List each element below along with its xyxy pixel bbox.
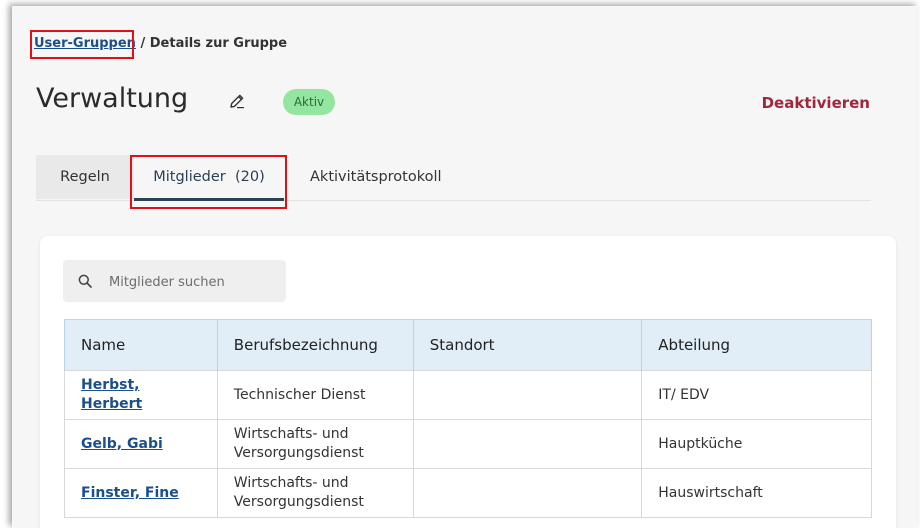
- member-name-cell: Finster, Fine: [64, 468, 218, 518]
- tab-rules[interactable]: Regeln: [36, 155, 134, 199]
- breadcrumb-current: Details zur Gruppe: [149, 36, 288, 51]
- status-badge: Aktiv: [283, 89, 335, 115]
- table-header-row: Name Berufsbezeichnung Standort Abteilun…: [64, 319, 872, 371]
- column-header-department[interactable]: Abteilung: [641, 319, 872, 371]
- location-cell: [412, 370, 643, 420]
- tab-activity-log[interactable]: Aktivitätsprotokoll: [310, 155, 442, 199]
- department-cell: Hauswirtschaft: [641, 468, 872, 518]
- job-title-cell: Wirtschafts- und Versorgungsdienst: [216, 468, 414, 518]
- column-header-name[interactable]: Name: [64, 319, 218, 371]
- location-cell: [412, 468, 643, 518]
- members-table: Name Berufsbezeichnung Standort Abteilun…: [64, 319, 872, 518]
- highlight-box-breadcrumb: [30, 30, 134, 59]
- column-header-job-title[interactable]: Berufsbezeichnung: [217, 319, 414, 371]
- location-cell: [412, 419, 643, 469]
- member-name-link[interactable]: Herbst, Herbert: [81, 377, 142, 412]
- table-row: Gelb, Gabi Wirtschafts- und Versorgungsd…: [64, 419, 872, 469]
- table-row: Finster, Fine Wirtschafts- und Versorgun…: [64, 468, 872, 518]
- member-name-link[interactable]: Finster, Fine: [81, 485, 179, 501]
- deactivate-button[interactable]: Deaktivieren: [762, 94, 870, 112]
- breadcrumb-separator: /: [135, 36, 150, 51]
- search-icon: [78, 274, 92, 288]
- member-search-box[interactable]: [63, 260, 286, 302]
- department-cell: Hauptküche: [641, 419, 872, 469]
- job-title-cell: Technischer Dienst: [216, 370, 414, 420]
- job-title-cell: Wirtschafts- und Versorgungsdienst: [216, 419, 414, 469]
- member-name-cell: Herbst, Herbert: [64, 370, 218, 420]
- member-name-cell: Gelb, Gabi: [64, 419, 218, 469]
- table-row: Herbst, Herbert Technischer Dienst IT/ E…: [64, 370, 872, 420]
- member-search-input[interactable]: [107, 270, 281, 294]
- highlight-box-members-tab: [130, 155, 287, 209]
- department-cell: IT/ EDV: [641, 370, 872, 420]
- edit-pencil-icon[interactable]: [228, 92, 246, 110]
- column-header-location[interactable]: Standort: [413, 319, 643, 371]
- page-title: Verwaltung: [36, 83, 189, 114]
- member-name-link[interactable]: Gelb, Gabi: [81, 436, 163, 452]
